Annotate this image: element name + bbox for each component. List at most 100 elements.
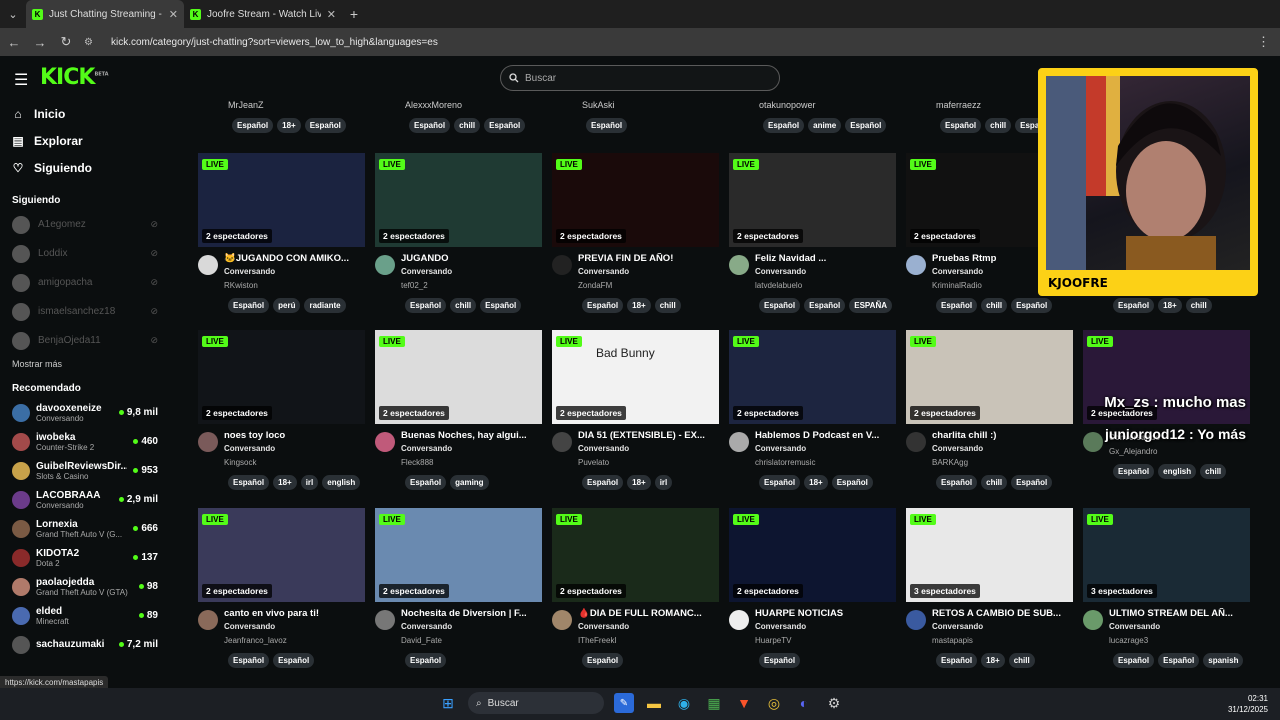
stream-thumbnail[interactable]: LIVE 3 espectadores	[1083, 508, 1250, 602]
stream-category[interactable]: Conversando	[932, 444, 1073, 453]
stream-category[interactable]: Conversando	[755, 444, 896, 453]
tag[interactable]: anime	[808, 118, 842, 133]
tag[interactable]: Español	[936, 653, 978, 668]
avatar[interactable]	[729, 610, 749, 630]
stream-title[interactable]: charlita chill :)	[932, 430, 1073, 441]
search-input[interactable]	[525, 72, 745, 84]
channel-name[interactable]: SukAski	[582, 100, 722, 110]
stream-card[interactable]: LIVE 2 espectadores Conversando Gx_Aleja…	[1083, 330, 1250, 506]
nav-explorar[interactable]: ▤ Explorar	[12, 127, 170, 154]
tag[interactable]: chill	[985, 118, 1012, 133]
stream-category[interactable]: Conversando	[224, 444, 365, 453]
nav-inicio[interactable]: ⌂ Inicio	[12, 100, 170, 127]
taskbar-search[interactable]: ⌕ Buscar	[468, 692, 604, 714]
stream-thumbnail[interactable]: LIVE 2 espectadores	[552, 508, 719, 602]
stream-thumbnail[interactable]: Bad Bunny LIVE 2 espectadores	[552, 330, 719, 424]
avatar[interactable]	[552, 255, 572, 275]
stream-title[interactable]: noes toy loco	[224, 430, 365, 441]
stream-thumbnail[interactable]: LIVE 2 espectadores	[198, 330, 365, 424]
browser-menu-icon[interactable]: ⋮	[1257, 34, 1270, 50]
stream-title[interactable]: Feliz Navidad ...	[755, 253, 896, 264]
tag[interactable]: Español	[405, 653, 447, 668]
avatar[interactable]	[1083, 432, 1103, 452]
tag[interactable]: Español	[409, 118, 451, 133]
stream-title[interactable]: Buenas Noches, hay algui...	[401, 430, 542, 441]
stream-card[interactable]: LIVE 2 espectadores canto en vivo para t…	[198, 508, 365, 684]
tag[interactable]: Español	[228, 475, 270, 490]
stream-thumbnail[interactable]: LIVE 2 espectadores	[375, 153, 542, 247]
tag[interactable]: 18+	[981, 653, 1005, 668]
tag[interactable]: Español	[845, 118, 887, 133]
avatar[interactable]	[375, 432, 395, 452]
channel-name[interactable]: chrislatorremusic	[755, 458, 896, 467]
channel-name[interactable]: lucazrage3	[1109, 636, 1250, 645]
channel-name[interactable]: Gx_Alejandro	[1109, 447, 1250, 456]
stream-category[interactable]: Conversando	[578, 444, 719, 453]
stream-thumbnail[interactable]: LIVE 2 espectadores	[552, 153, 719, 247]
stream-card[interactable]: LIVE 3 espectadores RETOS A CAMBIO DE SU…	[906, 508, 1073, 684]
stream-category[interactable]: Conversando	[578, 267, 719, 276]
stream-thumbnail[interactable]: LIVE 2 espectadores	[198, 508, 365, 602]
tag[interactable]: irl	[654, 475, 673, 490]
tag[interactable]: Español	[582, 475, 624, 490]
tab-search-icon[interactable]: ⌄	[0, 0, 26, 28]
tag[interactable]: english	[1158, 464, 1197, 479]
brave-icon[interactable]: ▼	[734, 693, 754, 713]
stream-category[interactable]: Conversando	[224, 267, 365, 276]
channel-name[interactable]: David_Fate	[401, 636, 542, 645]
tag[interactable]: Español	[759, 475, 801, 490]
system-clock[interactable]: 02:31 31/12/2025	[1228, 693, 1268, 715]
tag[interactable]: Español	[831, 475, 873, 490]
chrome-icon[interactable]: ◎	[764, 693, 784, 713]
channel-name[interactable]: ITheFreekI	[578, 636, 719, 645]
avatar[interactable]	[375, 610, 395, 630]
channel-name[interactable]: tef02_2	[401, 281, 542, 290]
recommended-item[interactable]: elded Minecraft 89	[0, 601, 170, 630]
tag[interactable]: gaming	[450, 475, 489, 490]
close-tab-icon[interactable]: ✕	[169, 8, 178, 21]
stream-card[interactable]: LIVE 2 espectadores HUARPE NOTICIAS Conv…	[729, 508, 896, 684]
following-item[interactable]: A1egomez ⊘	[0, 210, 170, 239]
recommended-item[interactable]: iwobeka Counter-Strike 2 460	[0, 427, 170, 456]
avatar[interactable]	[906, 255, 926, 275]
tag[interactable]: chill	[1185, 298, 1212, 313]
tag[interactable]: Español	[1113, 653, 1155, 668]
stream-card[interactable]: LIVE 2 espectadores charlita chill :) Co…	[906, 330, 1073, 506]
stream-card[interactable]: LIVE 2 espectadores Feliz Navidad ... Co…	[729, 153, 896, 329]
tag[interactable]: Español	[586, 118, 628, 133]
channel-name[interactable]: MrJeanZ	[228, 100, 368, 110]
tag[interactable]: perú	[273, 298, 301, 313]
following-item[interactable]: amigopacha ⊘	[0, 268, 170, 297]
stream-category[interactable]: Conversando	[401, 622, 542, 631]
stream-title[interactable]: PREVIA FIN DE AÑO!	[578, 253, 719, 264]
stream-card[interactable]: LIVE 2 espectadores 🩸DIA DE FULL ROMANC.…	[552, 508, 719, 684]
stream-title[interactable]: ULTIMO STREAM DEL AÑ...	[1109, 608, 1250, 619]
tag[interactable]: 18+	[627, 298, 651, 313]
tag[interactable]: Español	[304, 118, 346, 133]
tag[interactable]: Español	[273, 653, 315, 668]
forward-icon[interactable]: →	[32, 35, 48, 50]
stream-title[interactable]: Nochesita de Diversion | F...	[401, 608, 542, 619]
tag[interactable]: Español	[936, 475, 978, 490]
recommended-item[interactable]: KIDOTA2 Dota 2 137	[0, 543, 170, 572]
stream-thumbnail[interactable]: LIVE 2 espectadores	[729, 508, 896, 602]
partial-card[interactable]: MrJeanZ Español 18+ Español	[198, 100, 368, 134]
channel-name[interactable]: HuarpeTV	[755, 636, 896, 645]
channel-name[interactable]: otakunopower	[759, 100, 899, 110]
channel-name[interactable]: Jeanfranco_lavoz	[224, 636, 365, 645]
tag[interactable]: ESPAÑA	[849, 298, 892, 313]
stream-title[interactable]: HUARPE NOTICIAS	[755, 608, 896, 619]
stream-card[interactable]: Bad Bunny LIVE 2 espectadores DIA 51 (EX…	[552, 330, 719, 506]
partial-card[interactable]: AlexxxMoreno Español chill Español	[375, 100, 545, 134]
close-tab-icon[interactable]: ✕	[327, 8, 336, 21]
tag[interactable]: Español	[1113, 464, 1155, 479]
channel-name[interactable]: ZondaFM	[578, 281, 719, 290]
channel-name[interactable]: Fleck888	[401, 458, 542, 467]
tag[interactable]: Español	[1011, 298, 1053, 313]
stream-thumbnail[interactable]: LIVE 2 espectadores	[375, 508, 542, 602]
tag[interactable]: Español	[228, 653, 270, 668]
windows-start-icon[interactable]: ⊞	[438, 693, 458, 713]
tag[interactable]: 18+	[627, 475, 651, 490]
stream-card[interactable]: LIVE 2 espectadores Hablemos D Podcast e…	[729, 330, 896, 506]
channel-name[interactable]: latvdelabuelo	[755, 281, 896, 290]
